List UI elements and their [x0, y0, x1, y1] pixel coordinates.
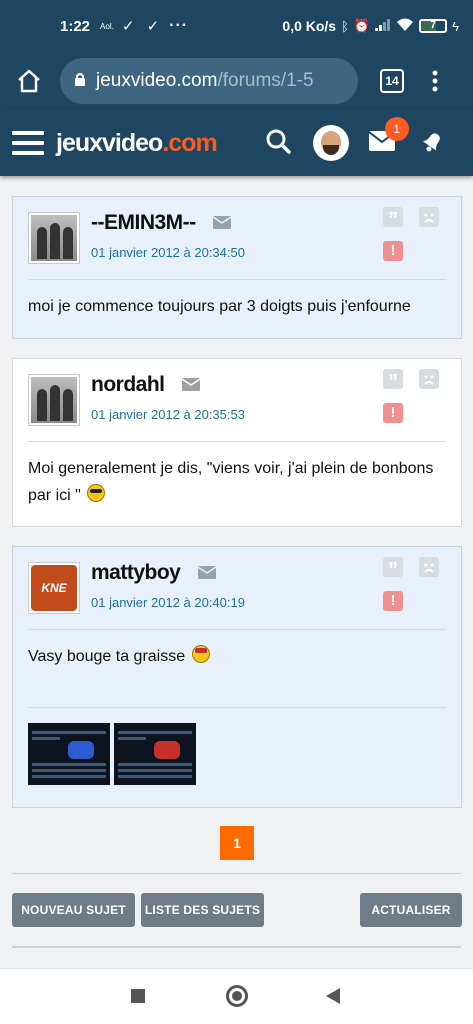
post-author[interactable]: --EMIN3M--: [91, 211, 232, 235]
refresh-button[interactable]: ACTUALISER: [360, 893, 462, 927]
topic-list-button[interactable]: LISTE DES SUJETS: [141, 893, 264, 927]
browser-menu-button[interactable]: [432, 70, 438, 92]
post-date[interactable]: 01 janvier 2012 à 20:40:19: [91, 595, 245, 610]
notification-checks: ✓ ✓: [121, 18, 164, 35]
author-avatar[interactable]: KNE: [28, 562, 80, 614]
alarm-icon: ⏰: [353, 18, 371, 33]
lock-icon: [74, 72, 86, 90]
bandana-smiley-icon: [191, 645, 210, 663]
post-message: moi je commence toujours par 3 doigts pu…: [28, 298, 411, 315]
battery-icon: 7: [419, 19, 448, 33]
mail-badge: 1: [384, 116, 409, 141]
browser-url-bar: jeuxvideo.com/forums/1-5 14: [0, 52, 473, 110]
more-vert-icon: [432, 70, 438, 92]
hamburger-menu-button[interactable]: [12, 131, 44, 155]
home-icon: [18, 69, 40, 93]
status-time: 1:22: [60, 17, 91, 35]
recents-button[interactable]: [131, 989, 145, 1003]
messages-button[interactable]: 1: [368, 116, 409, 156]
new-topic-button[interactable]: NOUVEAU SUJET: [12, 893, 135, 927]
pagination-current-page[interactable]: 1: [220, 826, 254, 860]
sad-face-icon[interactable]: [419, 369, 439, 389]
notifications-button[interactable]: [421, 129, 445, 158]
url-field[interactable]: jeuxvideo.com/forums/1-5: [60, 58, 358, 104]
search-button[interactable]: [265, 128, 291, 159]
forum-post: --EMIN3M-- 01 janvier 2012 à 20:34:50 ” …: [12, 196, 462, 339]
post-message: Moi generalement je dis, "viens voir, j'…: [28, 460, 434, 504]
post-author[interactable]: nordahl: [91, 373, 201, 397]
post-author[interactable]: mattyboy: [91, 561, 217, 585]
report-alert-icon[interactable]: !: [383, 403, 403, 423]
home-button[interactable]: [14, 66, 44, 96]
sad-face-icon[interactable]: [419, 207, 439, 227]
post-date[interactable]: 01 janvier 2012 à 20:34:50: [91, 245, 245, 260]
system-nav-bar: [0, 968, 473, 1024]
attached-image-thumbnail[interactable]: [114, 723, 196, 785]
quote-icon[interactable]: ”: [383, 207, 403, 231]
send-mp-icon[interactable]: [181, 373, 201, 397]
bell-icon: [422, 132, 440, 151]
home-nav-button[interactable]: [226, 985, 248, 1007]
status-bar: 1:22 Aol. ✓ ✓ ··· 0,0 Ko/s ᛒ ⏰ 7 ϟ: [0, 0, 473, 52]
sunglasses-smiley-icon: [87, 484, 106, 502]
bluetooth-icon: ᛒ: [341, 18, 349, 34]
send-mp-icon[interactable]: [197, 561, 217, 585]
post-date[interactable]: 01 janvier 2012 à 20:35:53: [91, 407, 245, 422]
status-right: 0,0 Ko/s ᛒ ⏰ 7 ϟ: [282, 18, 459, 35]
author-avatar[interactable]: [28, 212, 80, 264]
author-avatar[interactable]: [28, 374, 80, 426]
url-path: /forums/1-5: [217, 70, 314, 91]
back-button[interactable]: [326, 988, 340, 1004]
user-avatar[interactable]: [312, 125, 349, 161]
charging-icon: ϟ: [452, 18, 459, 34]
carrier-tag: Aol.: [100, 21, 114, 31]
tab-switcher-button[interactable]: 14: [380, 69, 404, 93]
send-mp-icon[interactable]: [212, 211, 232, 235]
forum-post: nordahl 01 janvier 2012 à 20:35:53 ” ! M…: [12, 358, 462, 527]
site-logo[interactable]: jeuxvideo.com: [56, 129, 218, 158]
site-header: jeuxvideo.com 1: [0, 110, 473, 176]
url-host: jeuxvideo.com: [96, 70, 218, 91]
report-alert-icon[interactable]: !: [383, 241, 403, 261]
quote-icon[interactable]: ”: [383, 557, 403, 581]
forum-post: KNE mattyboy 01 janvier 2012 à 20:40:19 …: [12, 546, 462, 808]
report-alert-icon[interactable]: !: [383, 591, 403, 611]
wifi-icon: [396, 18, 414, 35]
post-message: Vasy bouge ta graisse: [28, 643, 446, 670]
more-notifications: ···: [169, 17, 189, 34]
attached-image-thumbnail[interactable]: [28, 723, 110, 785]
search-icon: [266, 129, 291, 154]
sad-face-icon[interactable]: [419, 557, 439, 577]
signal-icon: [375, 18, 391, 34]
network-speed: 0,0 Ko/s: [282, 18, 337, 34]
quote-icon[interactable]: ”: [383, 369, 403, 393]
